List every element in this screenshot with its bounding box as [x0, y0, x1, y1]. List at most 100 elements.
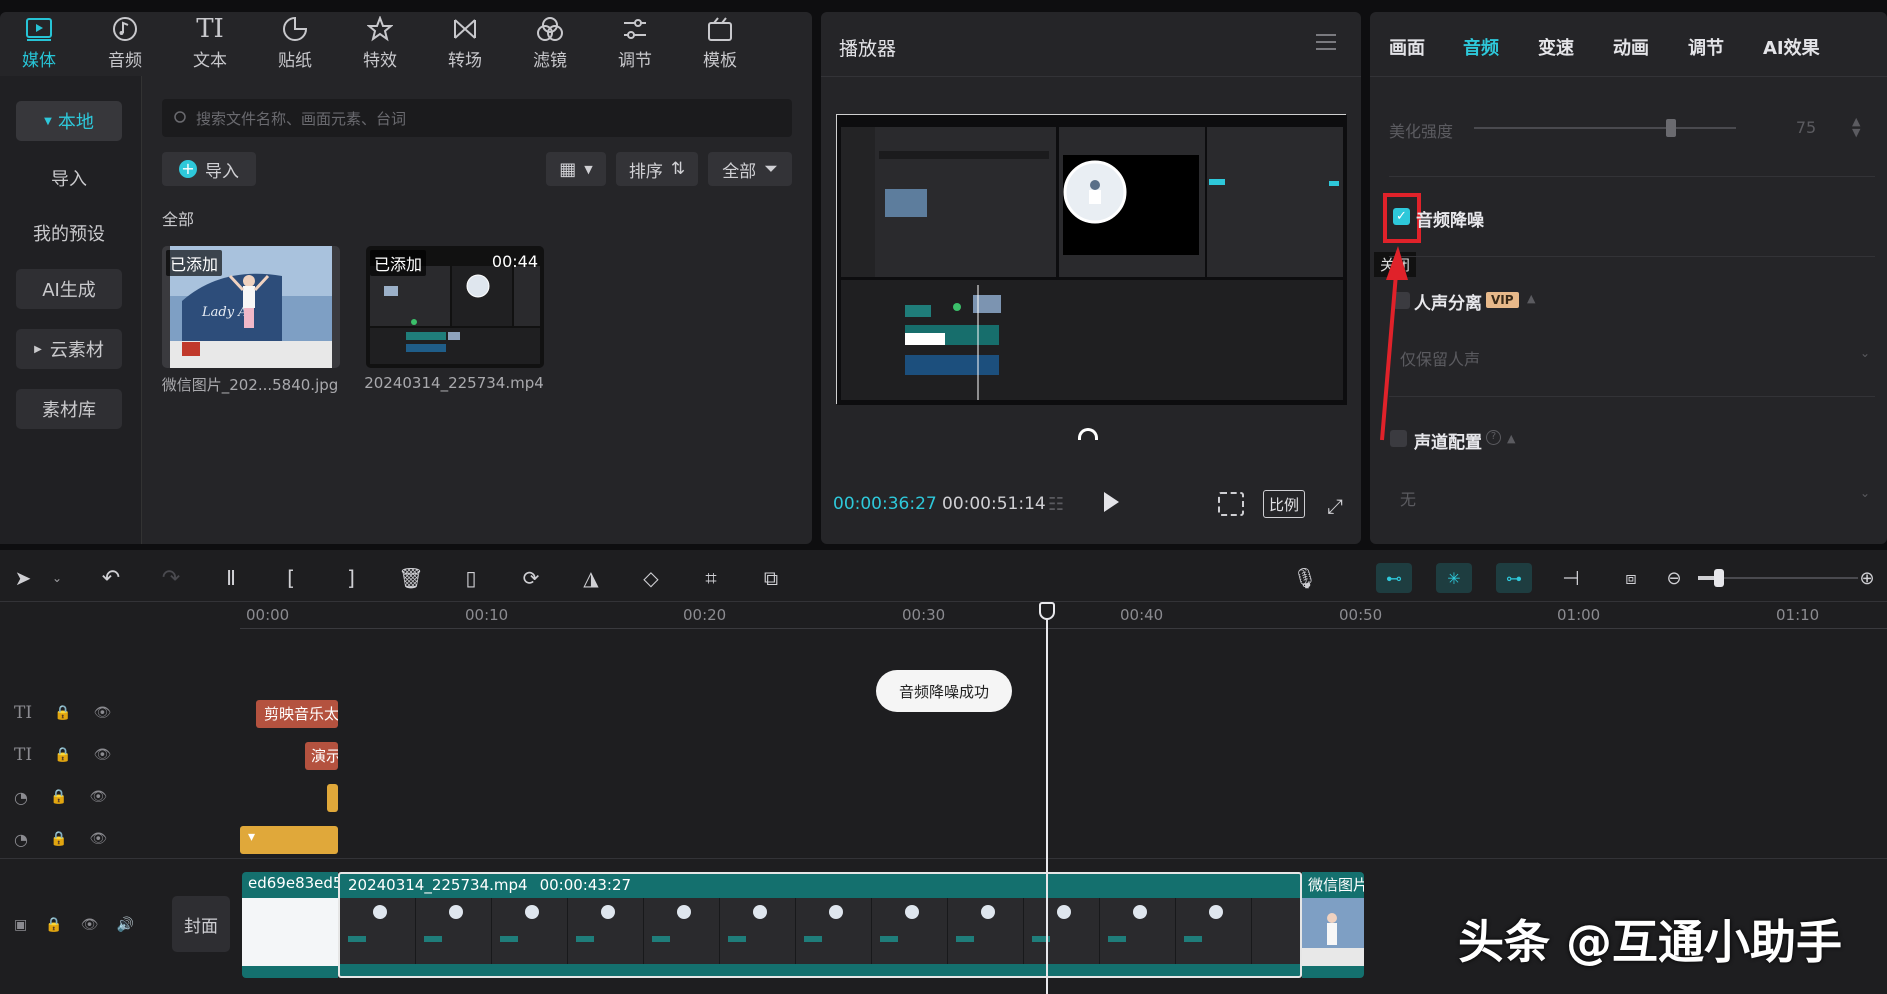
channel-option-select[interactable]: 无 ⌄ — [1400, 486, 1870, 510]
zoom-in-icon[interactable]: ⊕ — [1852, 563, 1882, 593]
stepper-icon[interactable]: ▲ ▼ — [1852, 116, 1860, 138]
tab-audio[interactable]: 音频 — [1463, 34, 1499, 60]
track-header-sticker-1: ◔ 🔒 👁 — [8, 783, 158, 811]
caret-down-icon: ▼ — [44, 115, 52, 127]
redo-icon[interactable]: ↷ — [156, 563, 186, 593]
text-clip[interactable]: 剪映音乐太 — [256, 700, 338, 728]
tab-ai-effects[interactable]: AI效果 — [1763, 34, 1820, 60]
eye-icon[interactable]: 👁 — [94, 705, 112, 721]
vocal-option-select[interactable]: 仅保留人声 ⌄ — [1400, 346, 1870, 370]
ruler-tick: 01:10 — [1776, 606, 1820, 624]
eye-icon[interactable]: 👁 — [81, 917, 99, 933]
filter-button[interactable]: 全部 ⏷ — [708, 152, 792, 186]
grid-view-icon[interactable]: ☷ — [1048, 494, 1064, 515]
text-clip[interactable]: 演示 — [305, 742, 338, 770]
sticker-clip[interactable]: ▾ — [240, 826, 338, 854]
media-thumbnail-image[interactable]: Lady A 已添加 — [162, 246, 340, 368]
main-track-magnet-icon[interactable]: ⊷ — [1376, 563, 1412, 593]
main-clip-left[interactable]: ed69e83ed5 — [242, 872, 338, 978]
video-track-icon: ▣ — [14, 917, 28, 933]
watermark: 头条 @互通小助手 — [1458, 906, 1842, 972]
view-mode-button[interactable]: ▦ ▼ — [546, 152, 606, 186]
tab-speed[interactable]: 变速 — [1538, 34, 1574, 60]
fit-view-icon[interactable] — [1218, 492, 1244, 516]
lock-icon[interactable]: 🔒 — [50, 831, 67, 847]
split-right-icon[interactable]: ] — [336, 563, 366, 593]
collapse-arrow-icon[interactable]: ▲ — [1527, 292, 1535, 305]
playhead-handle[interactable] — [1039, 602, 1055, 620]
sidebar-item-library[interactable]: 素材库 — [16, 389, 122, 429]
beautify-slider[interactable] — [1474, 127, 1736, 129]
toolbar-filter[interactable]: 滤镜 — [515, 14, 585, 71]
rotate-icon[interactable]: ◇ — [636, 563, 666, 593]
chevron-down-icon[interactable]: ⌄ — [42, 563, 72, 593]
speaker-icon[interactable]: 🔊 — [116, 917, 133, 933]
eye-icon[interactable]: 👁 — [89, 789, 107, 805]
lock-icon[interactable]: 🔒 — [45, 917, 62, 933]
clip-label: ed69e83ed5 — [248, 874, 338, 892]
sort-button[interactable]: 排序 ⇅ — [616, 152, 698, 186]
added-badge: 已添加 — [166, 250, 223, 276]
lock-icon[interactable]: 🔒 — [54, 705, 71, 721]
collapse-arrow-icon[interactable]: ▲ — [1507, 432, 1515, 445]
eye-icon[interactable]: 👁 — [89, 831, 107, 847]
thumbnail-icon[interactable]: ⧈ — [1616, 563, 1646, 593]
undo-icon[interactable]: ↶ — [96, 563, 126, 593]
denoise-checkbox[interactable]: ✓ — [1393, 208, 1410, 225]
sticker-clip[interactable] — [327, 784, 338, 812]
preview-axis-icon[interactable]: ⊣ — [1556, 563, 1586, 593]
media-thumbnail-video[interactable]: 已添加 00:44 — [366, 246, 544, 368]
play-icon[interactable] — [1104, 492, 1119, 512]
toolbar-effects[interactable]: 特效 — [345, 14, 415, 71]
smart-crop-icon[interactable]: ⧉ — [756, 563, 786, 593]
auto-snap-icon[interactable]: ✳ — [1436, 563, 1472, 593]
playhead[interactable] — [1046, 602, 1048, 994]
toolbar-media[interactable]: 媒体 — [4, 14, 74, 71]
toolbar-template[interactable]: 模板 — [685, 14, 755, 71]
delete-icon[interactable]: 🗑 — [396, 563, 426, 593]
reverse-icon[interactable]: ⟳ — [516, 563, 546, 593]
sidebar-item-local[interactable]: ▼ 本地 — [16, 101, 122, 141]
cover-button[interactable]: 封面 — [172, 896, 230, 952]
sidebar-item-presets[interactable]: 我的预设 — [16, 213, 122, 253]
help-icon[interactable]: ? — [1486, 430, 1501, 445]
toolbar-adjust[interactable]: 调节 — [600, 14, 670, 71]
crop-icon[interactable]: ⌗ — [696, 563, 726, 593]
fullscreen-icon[interactable]: ⤢ — [1327, 494, 1343, 518]
import-button[interactable]: + 导入 — [162, 152, 256, 186]
toolbar-text[interactable]: TI 文本 — [175, 14, 245, 71]
mirror-icon[interactable]: ◮ — [576, 563, 606, 593]
sidebar-item-ai-generate[interactable]: AI生成 — [16, 269, 122, 309]
beautify-value[interactable]: 75 — [1766, 118, 1846, 137]
link-icon[interactable]: ⊶ — [1496, 563, 1532, 593]
eye-icon[interactable]: 👁 — [94, 747, 112, 763]
player-canvas[interactable] — [836, 114, 1347, 405]
freeze-icon[interactable]: ▯ — [456, 563, 486, 593]
search-input[interactable]: 搜索文件名称、画面元素、台词 — [162, 99, 792, 137]
lock-icon[interactable]: 🔒 — [54, 747, 71, 763]
menu-icon[interactable] — [1316, 34, 1336, 50]
select-tool-icon[interactable]: ➤ — [8, 563, 38, 593]
microphone-icon[interactable]: 🎙 — [1290, 563, 1320, 593]
main-clip-right[interactable]: 微信图片 — [1302, 872, 1364, 978]
clip-name: 20240314_225734.mp4 — [348, 876, 528, 894]
toolbar-audio[interactable]: 音频 — [90, 14, 160, 71]
chevron-down-icon: ⌄ — [1859, 486, 1870, 500]
zoom-slider-thumb[interactable] — [1714, 569, 1724, 587]
sort-icon: ⇅ — [670, 159, 686, 179]
tab-picture[interactable]: 画面 — [1389, 34, 1425, 60]
annotation-arrow — [1380, 246, 1408, 441]
sidebar-item-import[interactable]: 导入 — [16, 158, 122, 198]
tab-adjust[interactable]: 调节 — [1688, 34, 1724, 60]
zoom-out-icon[interactable]: ⊖ — [1659, 563, 1689, 593]
beautify-slider-thumb[interactable] — [1666, 119, 1676, 137]
split-icon[interactable]: Ⅱ — [216, 563, 246, 593]
toolbar-sticker[interactable]: 贴纸 — [260, 14, 330, 71]
split-left-icon[interactable]: [ — [276, 563, 306, 593]
ratio-button[interactable]: 比例 — [1263, 490, 1305, 518]
lock-icon[interactable]: 🔒 — [50, 789, 67, 805]
toolbar-transition[interactable]: 转场 — [430, 14, 500, 71]
sidebar-item-cloud[interactable]: ▶ 云素材 — [16, 329, 122, 369]
main-clip-video[interactable]: 20240314_225734.mp4 00:00:43:27 — [338, 872, 1302, 978]
tab-animation[interactable]: 动画 — [1613, 34, 1649, 60]
